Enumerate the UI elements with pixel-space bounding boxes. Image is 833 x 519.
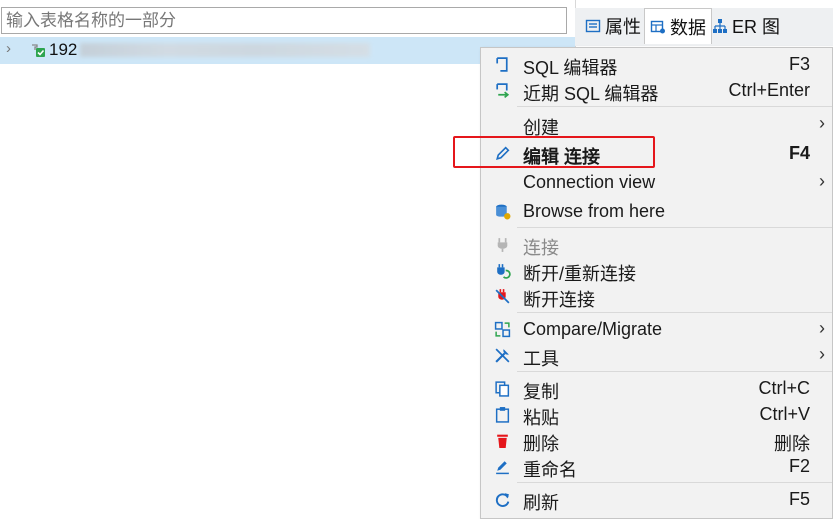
menu-item-shortcut: F4 [788, 143, 810, 163]
menu-item-reconnect[interactable]: 断开/重新连接 [481, 257, 832, 284]
menu-item-browse-from-here[interactable]: Browse from here [481, 198, 832, 224]
menu-item-connect[interactable]: 连接 [481, 231, 832, 258]
chevron-right-icon: › [819, 344, 825, 364]
menu-item-label: Browse from here [523, 201, 666, 221]
menu-item-shortcut: Ctrl+C [758, 378, 810, 398]
menu-item-compare-migrate[interactable]: Compare/Migrate › [481, 316, 832, 342]
menu-item-disconnect[interactable]: 断开连接 [481, 283, 832, 310]
tab-properties[interactable]: 属性 [580, 8, 646, 44]
menu-item-rename[interactable]: 重命名 F2 [481, 453, 832, 480]
tab-er-diagram-label: ER 图 [732, 17, 781, 37]
menu-item-create[interactable]: 创建 › [481, 111, 832, 138]
chevron-right-icon: › [819, 113, 825, 133]
menu-item-shortcut: Ctrl+V [759, 404, 810, 424]
menu-separator [517, 371, 832, 372]
er-diagram-icon [713, 19, 727, 33]
context-menu: SQL 编辑器 F3 近期 SQL 编辑器 Ctrl+Enter 创建 › 编辑… [480, 47, 833, 519]
table-filter-input[interactable] [2, 8, 566, 33]
properties-icon [585, 19, 601, 33]
menu-item-label: Connection view [523, 172, 656, 192]
menu-separator [517, 227, 832, 228]
connection-name: 192 [49, 40, 78, 59]
menu-item-shortcut: Ctrl+Enter [728, 80, 810, 100]
database-browse-icon [496, 204, 511, 220]
plug-icon [497, 238, 508, 252]
menu-item-label: 刷新 [523, 493, 559, 513]
menu-item-recent-sql-editor[interactable]: 近期 SQL 编辑器 Ctrl+Enter [481, 77, 832, 104]
table-filter-field[interactable] [1, 7, 567, 34]
tab-properties-label: 属性 [605, 17, 641, 37]
menu-item-shortcut: F5 [788, 489, 810, 509]
data-grid-icon [650, 20, 665, 33]
menu-item-shortcut: F2 [788, 456, 810, 476]
tab-er-diagram[interactable]: ER 图 [707, 8, 785, 44]
chevron-right-icon: › [819, 318, 825, 338]
menu-item-refresh[interactable]: 刷新 F5 [481, 486, 832, 513]
menu-item-sql-editor[interactable]: SQL 编辑器 F3 [481, 51, 832, 78]
menu-item-label: 重命名 [523, 460, 577, 480]
menu-item-tools[interactable]: 工具 › [481, 342, 832, 369]
rename-icon [496, 461, 509, 475]
delete-icon [497, 434, 508, 448]
menu-item-label: 断开连接 [523, 290, 595, 310]
menu-separator [517, 106, 832, 107]
tab-data[interactable]: 数据 [644, 8, 712, 44]
menu-item-label: 近期 SQL 编辑器 [523, 84, 659, 104]
menu-item-label: Compare/Migrate [523, 319, 663, 339]
annotation-highlight-box [453, 136, 655, 168]
disconnect-icon [495, 289, 510, 304]
menu-separator [517, 312, 832, 313]
paste-icon [495, 407, 510, 423]
compare-icon [494, 321, 511, 338]
menu-item-copy[interactable]: 复制 Ctrl+C [481, 375, 832, 402]
sql-editor-icon [496, 57, 508, 72]
menu-item-shortcut: F3 [788, 54, 810, 74]
reconnect-icon [497, 264, 511, 279]
tab-data-label: 数据 [670, 17, 706, 38]
tools-icon [495, 348, 510, 363]
menu-item-paste[interactable]: 粘贴 Ctrl+V [481, 401, 832, 428]
menu-item-label: 工具 [523, 349, 559, 369]
menu-item-delete[interactable]: 删除 删除 [481, 427, 832, 454]
chevron-right-icon[interactable]: › [6, 40, 11, 57]
menu-item-connection-view[interactable]: Connection view › [481, 169, 832, 195]
copy-icon [495, 381, 510, 397]
redacted-host-text [80, 43, 370, 57]
connection-ok-icon [32, 44, 45, 57]
chevron-right-icon: › [819, 171, 825, 191]
refresh-icon [495, 493, 510, 507]
recent-sql-editor-icon [496, 83, 510, 99]
menu-separator [517, 482, 832, 483]
